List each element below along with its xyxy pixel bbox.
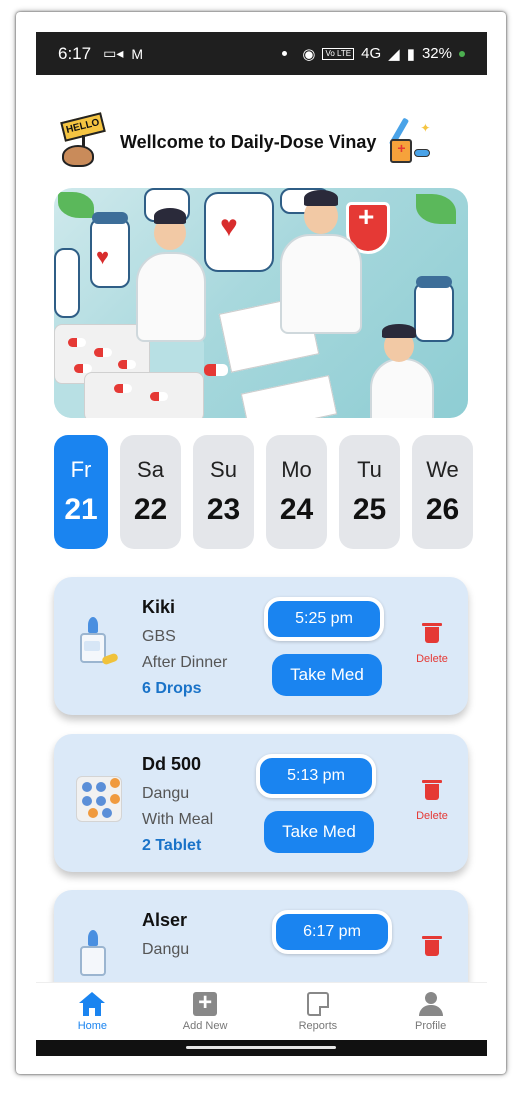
signal-icon: ◢ [388,45,400,63]
medication-name: Kiki [142,597,176,617]
medication-dose: 6 Drops [142,680,202,697]
bottom-navigation: Home + Add New Reports Profile [36,982,487,1040]
phone-frame: 6:17 ▭◂ M ◉ Vo LTE 4G ◢ ▮ 32% HELLO Well… [16,12,506,1074]
nav-reports-label: Reports [298,1019,338,1032]
day-chip-su[interactable]: Su 23 [193,435,254,549]
battery-percent: 32% [421,45,452,62]
delete-button[interactable] [412,936,452,962]
nav-add-new[interactable]: + Add New [149,983,262,1040]
gesture-handle[interactable] [186,1046,336,1049]
delete-button[interactable]: Delete [412,780,452,824]
battery-icon: ▮ [406,45,415,63]
hello-sign-icon: HELLO [56,112,110,169]
report-icon [306,991,329,1016]
medication-condition: GBS [142,628,176,645]
status-right: ◉ Vo LTE 4G ◢ ▮ 32% [282,45,465,63]
home-icon [79,991,106,1016]
trash-icon [422,780,442,800]
delete-label: Delete [416,810,448,822]
medication-dose: 2 Tablet [142,837,202,854]
delete-button[interactable]: Delete [412,623,452,667]
nav-home[interactable]: Home [36,983,149,1040]
day-selector: Fr 21 Sa 22 Su 23 Mo 24 Tu 25 We 26 [54,435,487,551]
trash-icon [422,936,442,956]
time-button[interactable]: 5:13 pm [256,754,376,798]
hotspot-icon: ◉ [302,45,316,63]
take-med-button[interactable]: Take Med [272,654,382,696]
dropper-icon [74,617,124,673]
nav-home-label: Home [77,1019,108,1032]
add-icon: + [193,990,218,1016]
medication-name: Dd 500 [142,754,202,774]
profile-icon [418,991,444,1016]
dropper-icon [74,930,124,986]
day-chip-mo[interactable]: Mo 24 [266,435,327,549]
nav-add-new-label: Add New [182,1019,228,1032]
medication-name: Alser [142,910,188,930]
welcome-title: Wellcome to Daily-Dose Vinay [120,131,377,152]
day-chip-fr[interactable]: Fr 21 [54,435,108,549]
time-button[interactable]: 5:25 pm [264,597,384,641]
trash-icon [422,623,442,643]
medication-info: Kiki GBS After Dinner 6 Drops [142,597,227,698]
notification-dot-icon [282,51,288,56]
welcome-header: HELLO Wellcome to Daily-Dose Vinay ✦ [56,112,466,172]
app-screen: 6:17 ▭◂ M ◉ Vo LTE 4G ◢ ▮ 32% HELLO Well… [36,32,487,1056]
privacy-dot-icon [459,50,465,57]
day-chip-we[interactable]: We 26 [412,435,473,549]
tablets-icon [74,774,124,830]
nav-profile[interactable]: Profile [374,983,487,1040]
network-type: 4G [361,45,382,62]
medication-info: Dd 500 Dangu With Meal 2 Tablet [142,754,213,855]
system-gesture-bar [36,1040,487,1056]
take-med-button[interactable]: Take Med [264,811,374,853]
medicine-kit-icon: ✦ [386,115,436,169]
banner-illustration: ♥ ♥ [54,188,468,418]
time-button[interactable]: 6:17 pm [272,910,392,954]
medication-card[interactable]: Dd 500 Dangu With Meal 2 Tablet 5:13 pm … [54,734,468,872]
status-bar: 6:17 ▭◂ M ◉ Vo LTE 4G ◢ ▮ 32% [36,32,487,75]
medication-timing: With Meal [142,811,214,828]
status-time: 6:17 [58,43,92,63]
medication-condition: Dangu [142,941,190,958]
volte-icon: Vo LTE [322,47,355,60]
nav-profile-label: Profile [415,1019,447,1032]
medication-timing: After Dinner [142,654,228,671]
medication-info: Alser Dangu [142,910,189,967]
day-chip-sa[interactable]: Sa 22 [120,435,181,549]
delete-label: Delete [416,653,448,665]
medication-condition: Dangu [142,785,190,802]
gmail-icon: M [131,45,144,62]
medication-card[interactable]: Kiki GBS After Dinner 6 Drops 5:25 pm Ta… [54,577,468,715]
day-chip-tu[interactable]: Tu 25 [339,435,400,549]
video-icon: ▭◂ [103,45,124,61]
nav-reports[interactable]: Reports [262,983,375,1040]
